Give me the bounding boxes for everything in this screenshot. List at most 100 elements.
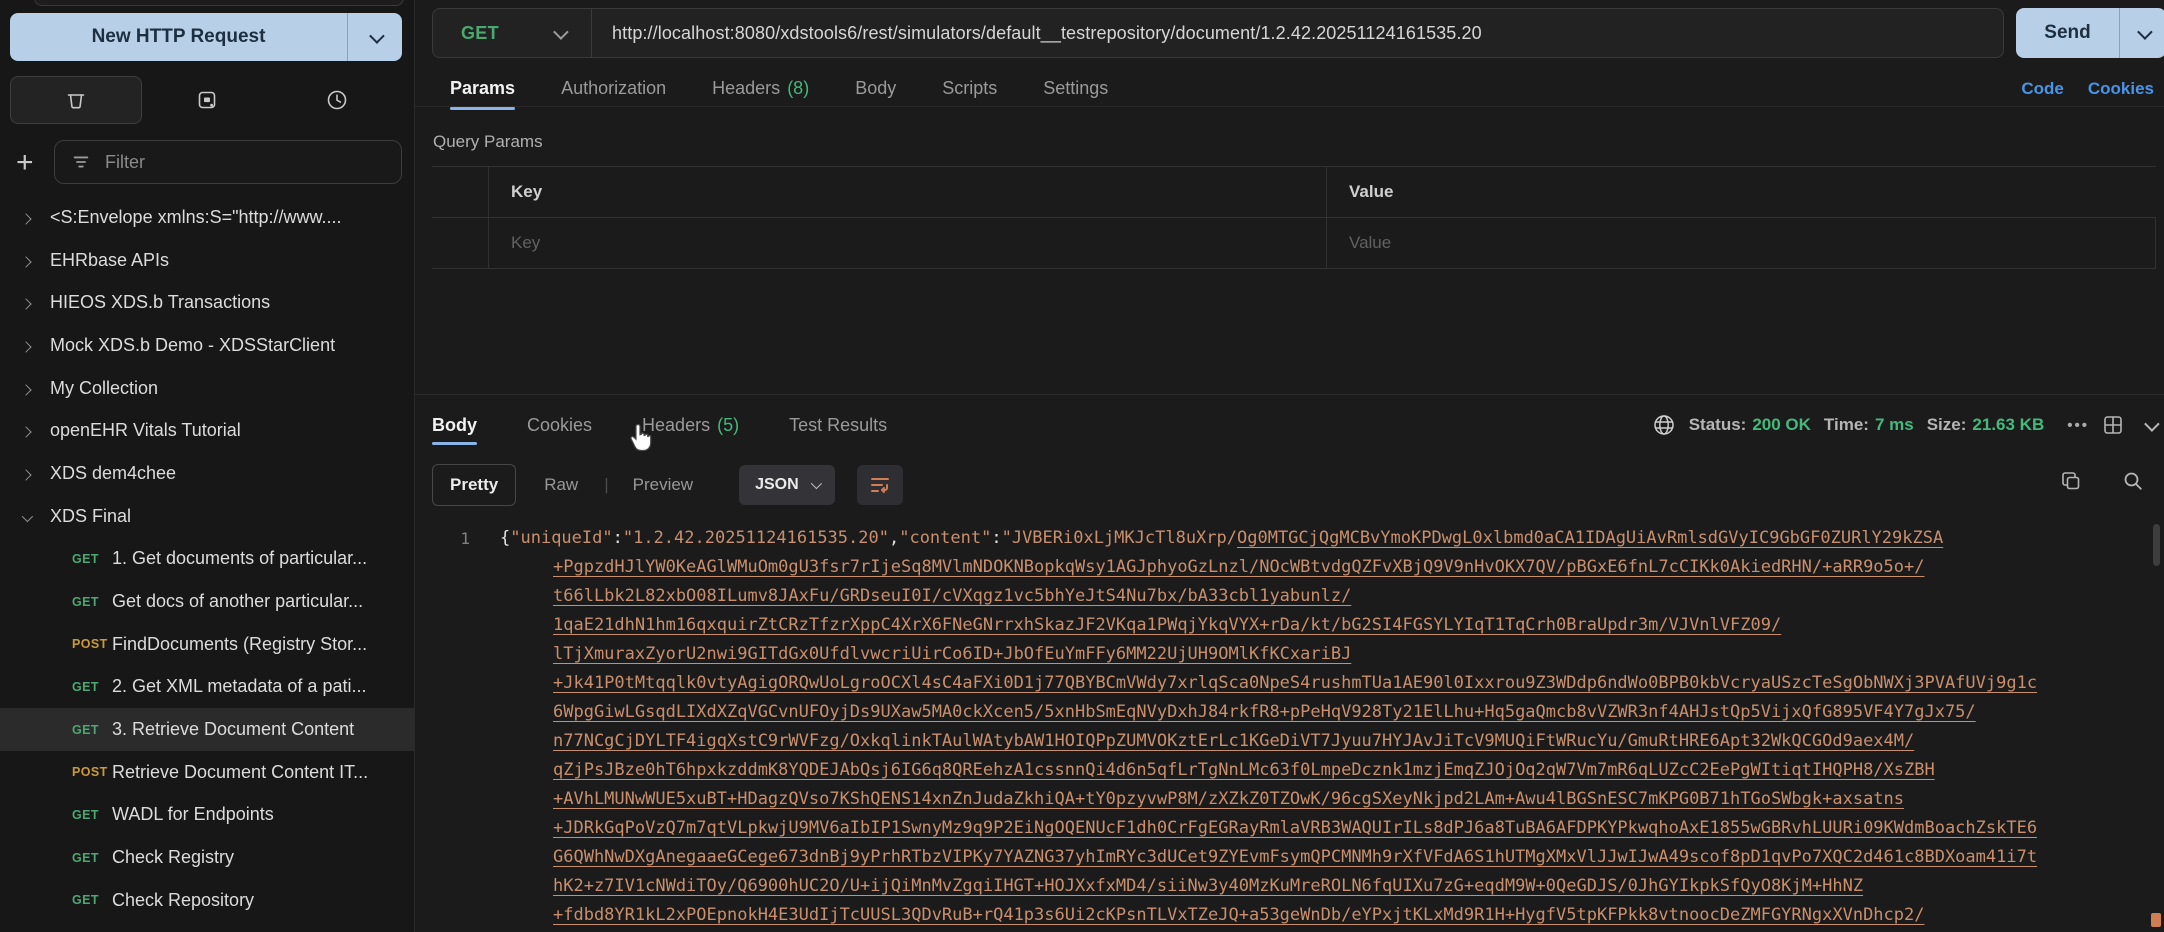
sidebar-icon-toolbar: [10, 76, 402, 124]
capture-button[interactable]: [142, 76, 272, 124]
chevron-right-icon[interactable]: [22, 335, 46, 356]
response-tab-body[interactable]: Body: [432, 415, 477, 436]
new-request-dropdown[interactable]: [347, 13, 402, 61]
method-badge: GET: [72, 680, 112, 694]
method-badge: GET: [72, 851, 112, 865]
value-input[interactable]: Value: [1326, 218, 2155, 268]
method-badge: GET: [72, 808, 112, 822]
chevron-right-icon[interactable]: [22, 378, 46, 399]
tree-request[interactable]: POSTRetrieve Document Content IT...: [0, 751, 414, 794]
sidebar: New HTTP Request + Filter <S:Envelope xm…: [0, 0, 415, 932]
format-value: JSON: [755, 476, 799, 494]
url-field[interactable]: GET http://localhost:8080/xdstools6/rest…: [432, 8, 2004, 58]
tree-request[interactable]: GET2. Get XML metadata of a pati...: [0, 666, 414, 709]
tab-authorization[interactable]: Authorization: [561, 78, 666, 99]
response-tab-headers[interactable]: Headers(5): [642, 415, 739, 436]
add-icon[interactable]: +: [16, 144, 34, 182]
chevron-right-icon[interactable]: [22, 207, 46, 228]
tree-request[interactable]: GETCheck Repository: [0, 879, 414, 922]
tree-folder[interactable]: EHRbase APIs: [0, 239, 414, 282]
scrollbar-bottom-mark: [2151, 913, 2161, 927]
send-button[interactable]: Send: [2016, 8, 2164, 58]
pretty-button[interactable]: Pretty: [432, 464, 516, 506]
value-header: Value: [1326, 167, 2156, 217]
checkbox-column: [432, 167, 488, 217]
api-client-window: New HTTP Request + Filter <S:Envelope xm…: [0, 0, 2164, 932]
filter-icon: [71, 152, 91, 172]
tree-folder[interactable]: XDS dem4chee: [0, 452, 414, 495]
copy-button[interactable]: [2060, 470, 2082, 492]
send-dropdown[interactable]: [2119, 8, 2164, 58]
tree-request[interactable]: GETGet docs of another particular...: [0, 580, 414, 623]
code-link[interactable]: Code: [2021, 79, 2064, 99]
method-badge: GET: [72, 723, 112, 737]
response-body-actions: [2060, 470, 2144, 492]
url-input[interactable]: http://localhost:8080/xdstools6/rest/sim…: [592, 23, 1482, 44]
tab-scripts[interactable]: Scripts: [942, 78, 997, 99]
tab-params[interactable]: Params: [450, 78, 515, 99]
tree-folder[interactable]: My Collection: [0, 367, 414, 410]
search-button[interactable]: [2122, 470, 2144, 492]
new-http-request-label: New HTTP Request: [10, 26, 347, 48]
chevron-down-icon: [369, 28, 385, 44]
more-options-icon[interactable]: •••: [2067, 417, 2089, 434]
filter-input[interactable]: Filter: [54, 140, 402, 184]
cookies-link[interactable]: Cookies: [2088, 79, 2154, 99]
search-icon: [2122, 470, 2144, 492]
collections-button[interactable]: [10, 76, 142, 124]
collapse-response-chevron[interactable]: [2145, 420, 2156, 431]
size-value: 21.63 KB: [1972, 415, 2044, 435]
key-header: Key: [488, 167, 1326, 217]
tree-request-selected[interactable]: GET3. Retrieve Document Content: [0, 708, 414, 751]
wrap-lines-button[interactable]: [857, 465, 903, 505]
method-select[interactable]: GET: [433, 23, 591, 44]
tree-folder-xds-final[interactable]: XDS Final: [0, 495, 414, 538]
tree-folder[interactable]: HIEOS XDS.b Transactions: [0, 281, 414, 324]
json-line: n77NCgCjDYLTF4igqXstC9rWVFzg/OxkqlinkTAu…: [500, 727, 2150, 756]
chevron-down-icon[interactable]: [22, 506, 46, 527]
tree-folder[interactable]: Mock XDS.b Demo - XDSStarClient: [0, 324, 414, 367]
globe-icon[interactable]: [1652, 413, 1676, 437]
method-badge: GET: [72, 595, 112, 609]
json-line: lTjXmuraxZyorU2nwi9GITdGx0UfdlvwcriUirCo…: [500, 640, 2150, 669]
response-tab-test-results[interactable]: Test Results: [789, 415, 887, 436]
tree-request[interactable]: POSTFindDocuments (Registry Stor...: [0, 623, 414, 666]
raw-button[interactable]: Raw: [544, 475, 578, 495]
expand-pane-icon[interactable]: [2102, 414, 2124, 436]
chevron-right-icon[interactable]: [22, 420, 46, 441]
query-params-title: Query Params: [433, 132, 543, 152]
row-checkbox-cell[interactable]: [432, 218, 488, 268]
format-select[interactable]: JSON: [739, 465, 835, 505]
chevron-right-icon[interactable]: [22, 463, 46, 484]
tab-headers[interactable]: Headers(8): [712, 78, 809, 99]
request-tabs: Params Authorization Headers(8) Body Scr…: [450, 72, 1108, 104]
json-line: +Jk41P0tMtqqlk0vtyAgigORQwUoLgroOCXl4sC4…: [500, 669, 2150, 698]
json-line: +JDRkGqPoVzQ7m7qtVLpkwjU9MV6aIbIP1SwnyMz…: [500, 814, 2150, 843]
response-body-json[interactable]: {"uniqueId":"1.2.42.20251124161535.20","…: [500, 524, 2150, 932]
tree-request[interactable]: GETCheck Registry: [0, 836, 414, 879]
tree-request[interactable]: GETWADL for Endpoints: [0, 794, 414, 837]
divider: [415, 394, 2164, 395]
history-button[interactable]: [272, 76, 402, 124]
scrollbar-thumb[interactable]: [2153, 524, 2160, 566]
response-headers-count: (5): [717, 415, 739, 436]
tab-settings[interactable]: Settings: [1043, 78, 1108, 99]
preview-button[interactable]: Preview: [633, 475, 693, 495]
status-value: 200 OK: [1752, 415, 1811, 435]
chevron-right-icon[interactable]: [22, 292, 46, 313]
method-value: GET: [461, 23, 499, 44]
new-http-request-button[interactable]: New HTTP Request: [10, 13, 402, 61]
method-badge: POST: [72, 637, 112, 651]
json-line: hK2+z7IV1cNWdiTOy/Q6900hUC2O/U+ijQiMnMvZ…: [500, 872, 2150, 901]
tree-request[interactable]: GET1. Get documents of particular...: [0, 538, 414, 581]
tree-folder[interactable]: <S:Envelope xmlns:S="http://www....: [0, 196, 414, 239]
time-label: Time:: [1824, 415, 1869, 435]
response-view-toolbar: Pretty Raw | Preview JSON: [432, 462, 903, 508]
response-tabs: Body Cookies Headers(5) Test Results: [432, 406, 887, 444]
tab-body[interactable]: Body: [855, 78, 896, 99]
chevron-right-icon[interactable]: [22, 250, 46, 271]
tree-folder[interactable]: openEHR Vitals Tutorial: [0, 409, 414, 452]
response-tab-cookies[interactable]: Cookies: [527, 415, 592, 436]
key-input[interactable]: Key: [488, 218, 1326, 268]
table-header-row: Key Value: [432, 167, 2156, 218]
